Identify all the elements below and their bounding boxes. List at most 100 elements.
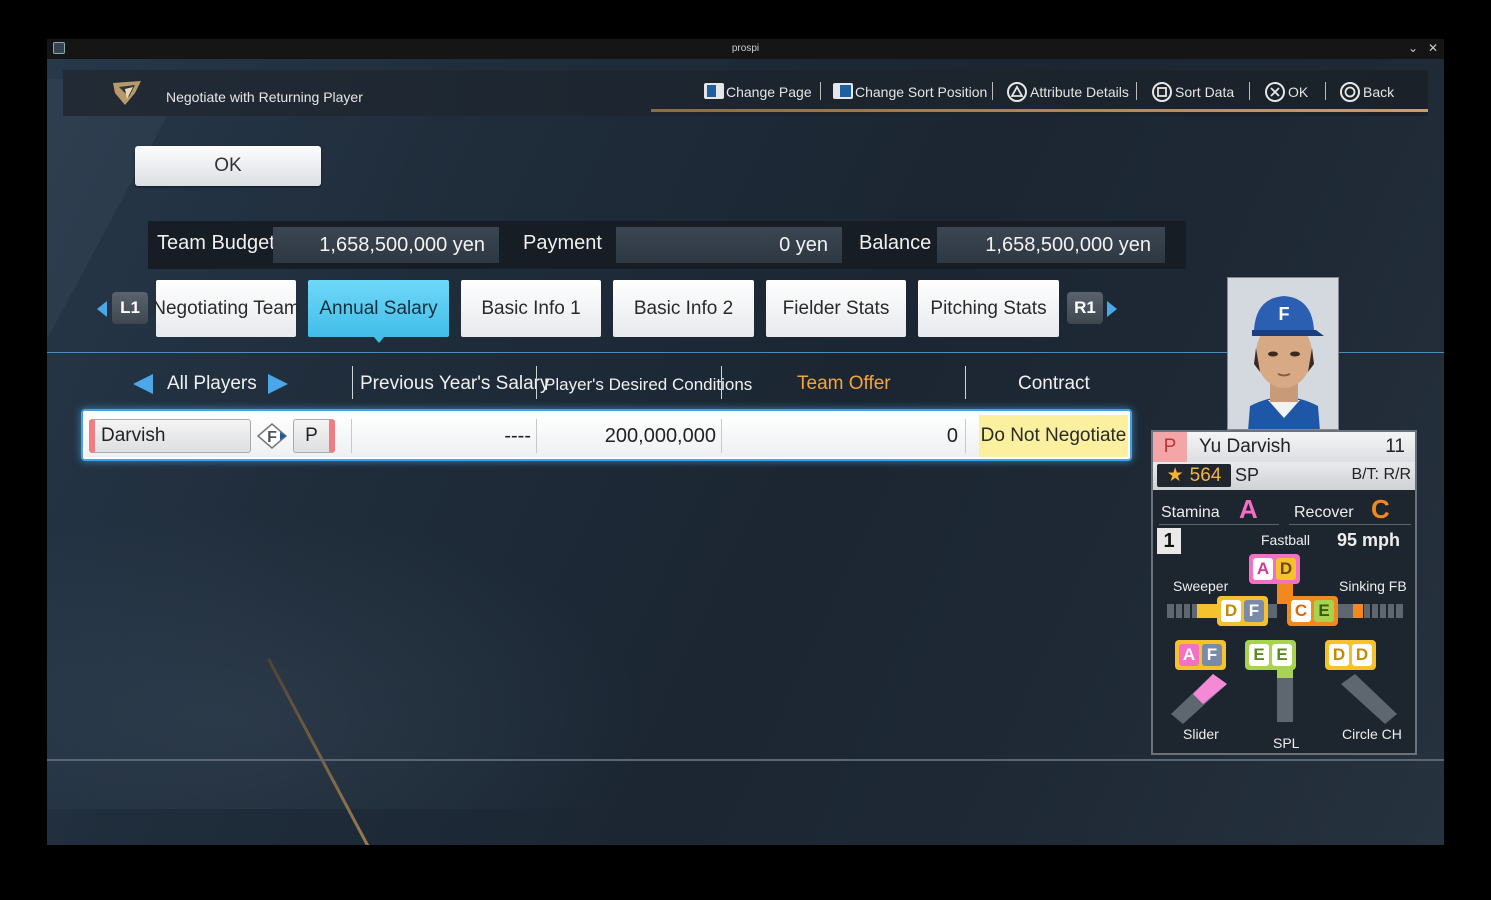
sweeper-grade-2: F — [1244, 600, 1264, 622]
background-glow — [47, 509, 647, 809]
cell-separator — [351, 419, 352, 453]
team-logo-icon: F — [255, 422, 289, 450]
cross-button-icon — [1265, 82, 1285, 102]
window-title: prospi — [731, 43, 760, 54]
fastball-grade-2: D — [1276, 558, 1296, 580]
balance-value: 1,658,500,000 yen — [937, 227, 1165, 263]
hint-back[interactable]: Back — [1340, 82, 1394, 102]
ok-button[interactable]: OK — [135, 146, 321, 186]
active-tab-pointer — [373, 336, 385, 343]
circle-ch-grades: D D — [1325, 640, 1376, 670]
filter-right-arrow-icon[interactable] — [268, 374, 288, 394]
circle-ch-label: Circle CH — [1342, 726, 1402, 742]
team-offer-value[interactable]: 0 — [725, 419, 962, 453]
sinking-fb-grade-1: C — [1291, 600, 1311, 622]
slider-label: Slider — [1183, 726, 1219, 742]
table-row[interactable]: Darvish F P ---- 200,000,000 0 Do Not Ne… — [81, 409, 1132, 461]
hint-change-page[interactable]: Change Page — [703, 82, 812, 102]
footer-divider — [47, 759, 1444, 761]
spl-label: SPL — [1273, 735, 1300, 751]
tab-fielder-stats[interactable]: Fielder Stats — [766, 280, 906, 337]
tab-annual-salary[interactable]: Annual Salary — [308, 280, 449, 337]
minimize-chevron-icon[interactable]: ⌄ — [1408, 41, 1418, 55]
player-photo: F — [1227, 277, 1339, 430]
title-bar: prospi ⌄ ✕ — [47, 39, 1444, 59]
svg-text:F: F — [1279, 304, 1290, 324]
slider-grades: A F — [1175, 640, 1226, 670]
hint-sort-data[interactable]: Sort Data — [1152, 82, 1234, 102]
spl-grade-2: E — [1272, 644, 1292, 666]
column-separator — [352, 366, 353, 399]
square-button-icon — [1152, 82, 1172, 102]
tab-negotiating-team[interactable]: Negotiating Team — [152, 280, 300, 337]
fastball-grade-1: A — [1253, 558, 1273, 580]
hint-label: Change Sort Position — [855, 84, 988, 100]
table-row-body: Darvish F P ---- 200,000,000 0 Do Not Ne… — [85, 413, 1128, 457]
sinking-fb-label: Sinking FB — [1339, 578, 1407, 594]
column-separator — [721, 366, 722, 399]
cell-separator — [536, 419, 537, 453]
slider-grade-1: A — [1179, 644, 1199, 666]
player-card: P Yu Darvish 11 ★ 564 SP B/T: R/R Stamina… — [1151, 430, 1417, 755]
cell-separator — [965, 419, 966, 453]
header-accent-line — [651, 109, 1428, 112]
hint-label: Sort Data — [1175, 84, 1235, 100]
hint-label: Change Page — [726, 84, 812, 100]
column-prev-salary[interactable]: Previous Year's Salary — [360, 373, 550, 395]
fastball-grades: A D — [1249, 554, 1300, 584]
hint-label: OK — [1288, 84, 1309, 100]
sweeper-label: Sweeper — [1173, 578, 1229, 594]
payment-label: Payment — [523, 232, 602, 254]
touchpad-icon — [832, 82, 853, 102]
prev-salary-value: ---- — [504, 424, 531, 447]
sinking-fb-grades: C E — [1287, 596, 1338, 626]
hint-separator — [820, 82, 821, 100]
slider-grade-2: F — [1202, 644, 1222, 666]
sweeper-grade-1: D — [1221, 600, 1241, 622]
filter-left-arrow-icon[interactable] — [133, 374, 153, 394]
player-position: P — [293, 419, 335, 453]
circle-ch-grade-1: D — [1329, 644, 1349, 666]
hint-label: Back — [1363, 84, 1395, 100]
cell-separator — [721, 419, 722, 453]
hint-ok[interactable]: OK — [1265, 82, 1308, 102]
spl-grades: E E — [1245, 640, 1296, 670]
page-title: Negotiate with Returning Player — [166, 89, 363, 105]
hint-change-sort-position[interactable]: Change Sort Position — [832, 82, 987, 102]
spl-grade-1: E — [1249, 644, 1269, 666]
tab-left-arrow-icon[interactable] — [97, 301, 107, 317]
hint-separator — [1249, 82, 1250, 100]
game-window: prospi ⌄ ✕ Negotiate with Returning Play… — [47, 39, 1444, 845]
r1-button[interactable]: R1 — [1067, 292, 1103, 324]
hint-attribute-details[interactable]: Attribute Details — [1007, 82, 1129, 102]
tab-right-arrow-icon[interactable] — [1107, 301, 1117, 317]
contract-status[interactable]: Do Not Negotiate — [979, 415, 1128, 457]
column-team-offer[interactable]: Team Offer — [797, 373, 891, 395]
touchpad-icon — [703, 82, 724, 102]
l1-button[interactable]: L1 — [112, 292, 148, 324]
sweeper-grades: D F — [1217, 596, 1268, 626]
tab-pitching-stats[interactable]: Pitching Stats — [918, 280, 1059, 337]
team-budget-value: 1,658,500,000 yen — [273, 227, 499, 263]
tab-basic-info-1[interactable]: Basic Info 1 — [461, 280, 601, 337]
hint-separator — [1136, 82, 1137, 100]
triangle-button-icon — [1007, 82, 1027, 102]
team-budget-label: Team Budget — [157, 232, 275, 254]
team-logo-letter: F — [267, 429, 277, 446]
filter-all-players[interactable]: All Players — [167, 373, 257, 395]
hint-separator — [1325, 82, 1326, 100]
column-contract[interactable]: Contract — [1018, 373, 1090, 395]
column-separator — [965, 366, 966, 399]
game-logo-icon — [111, 79, 143, 107]
payment-value: 0 yen — [616, 227, 842, 263]
hint-separator — [992, 82, 993, 100]
desired-value: 200,000,000 — [604, 424, 716, 447]
close-icon[interactable]: ✕ — [1428, 41, 1438, 55]
column-separator — [536, 366, 537, 399]
player-name: Darvish — [89, 419, 251, 453]
circle-ch-grade-2: D — [1352, 644, 1372, 666]
circle-button-icon — [1340, 82, 1360, 102]
hint-label: Attribute Details — [1030, 84, 1129, 100]
sinking-fb-grade-2: E — [1314, 600, 1334, 622]
tab-basic-info-2[interactable]: Basic Info 2 — [613, 280, 754, 337]
